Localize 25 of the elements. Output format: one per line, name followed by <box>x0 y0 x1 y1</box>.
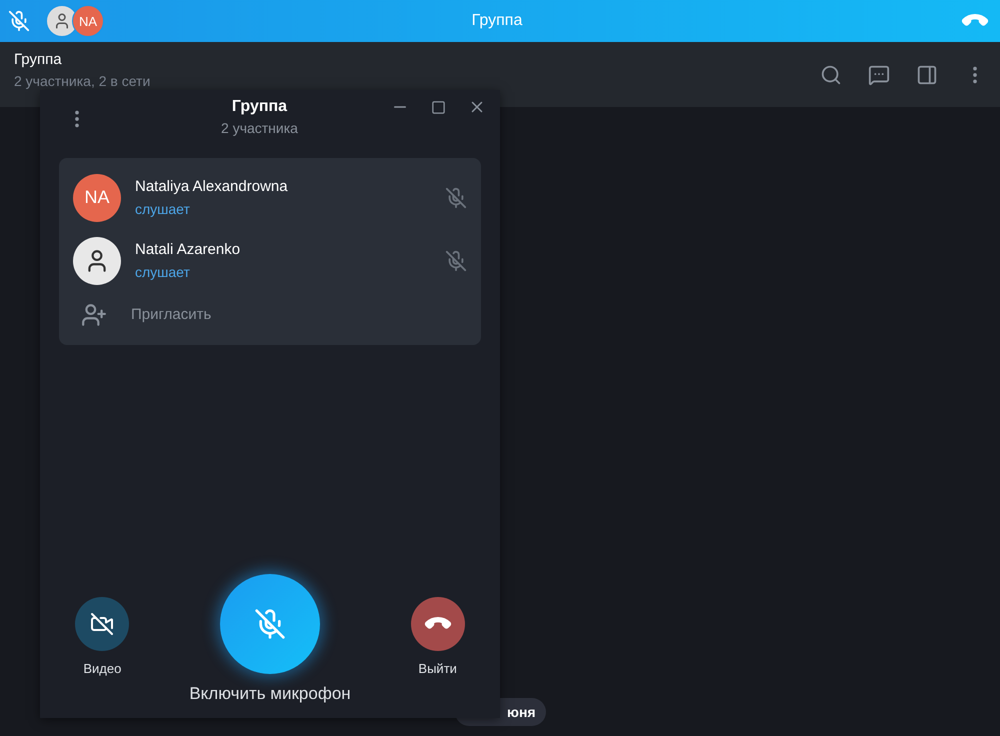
participant-name: Nataliya Alexandrowna <box>135 178 289 195</box>
panel-subtitle: 2 участника <box>221 120 298 136</box>
avatar-placeholder <box>73 236 121 284</box>
mic-off-icon <box>254 608 286 640</box>
call-title: Группа <box>472 12 522 30</box>
participant-status: слушает <box>135 264 191 280</box>
add-user-icon <box>81 302 107 328</box>
control-label: Видео <box>83 661 122 676</box>
sidebar-icon[interactable] <box>916 64 938 86</box>
invite-button[interactable]: Пригласить <box>59 292 481 337</box>
control-label: Включить микрофон <box>189 684 351 704</box>
search-icon[interactable] <box>820 64 842 86</box>
chat-title: Группа <box>14 50 63 68</box>
mic-button[interactable] <box>220 574 320 674</box>
control-label: Выйти <box>418 661 457 676</box>
video-off-icon <box>90 612 114 636</box>
participant-status: слушает <box>135 201 191 217</box>
chat-subtitle: 2 участника, 2 в сети <box>14 72 152 88</box>
participant-name: Natali Azarenko <box>135 241 242 258</box>
voice-chat-icon[interactable] <box>868 64 890 86</box>
panel-title: Группа <box>232 98 288 116</box>
mic-off-icon[interactable] <box>445 186 467 208</box>
avatar: NA <box>72 5 104 37</box>
mic-off-icon[interactable] <box>445 250 467 272</box>
avatar: NA <box>73 174 121 222</box>
